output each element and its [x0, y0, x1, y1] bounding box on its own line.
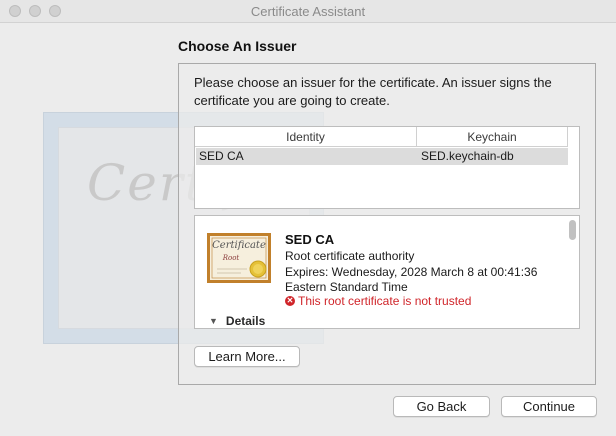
certificate-timezone: Eastern Standard Time [285, 280, 408, 294]
warning-text: This root certificate is not trusted [298, 294, 472, 308]
description-text: Please choose an issuer for the certific… [194, 75, 552, 108]
column-header-keychain[interactable]: Keychain [417, 127, 568, 147]
go-back-button[interactable]: Go Back [393, 396, 490, 417]
column-header-identity[interactable]: Identity [195, 127, 417, 147]
issuer-table[interactable]: Identity Keychain SED CA SED.keychain-db [194, 126, 580, 209]
details-label: Details [225, 314, 266, 328]
keychain-cell: SED.keychain-db [421, 149, 514, 163]
certificate-icon-title: Certificate [212, 240, 266, 251]
identity-cell: SED CA [199, 149, 244, 163]
certificate-icon-subtitle: Root [222, 254, 240, 262]
certificate-type: Root certificate authority [285, 249, 415, 263]
certificate-expiry: Expires: Wednesday, 2028 March 8 at 00:4… [285, 265, 538, 279]
page-title: Choose An Issuer [178, 38, 297, 54]
certificate-name: SED CA [285, 232, 335, 247]
disclosure-triangle-icon[interactable]: ▼ [209, 316, 218, 326]
error-icon: ✕ [285, 296, 295, 306]
details-disclosure[interactable]: ▼ Details [209, 314, 265, 328]
window-title: Certificate Assistant [250, 4, 366, 19]
title-bar: Certificate Assistant [0, 0, 616, 23]
continue-button[interactable]: Continue [501, 396, 597, 417]
certificate-details-pane[interactable]: Certificate Root SED CA Root certificate… [194, 215, 580, 329]
untrusted-warning: ✕ This root certificate is not trusted [285, 294, 471, 308]
scrollbar-thumb[interactable] [569, 220, 576, 240]
certificate-icon: Certificate Root [207, 233, 271, 283]
learn-more-button[interactable]: Learn More... [194, 346, 300, 367]
table-row[interactable]: SED CA SED.keychain-db [196, 148, 568, 165]
